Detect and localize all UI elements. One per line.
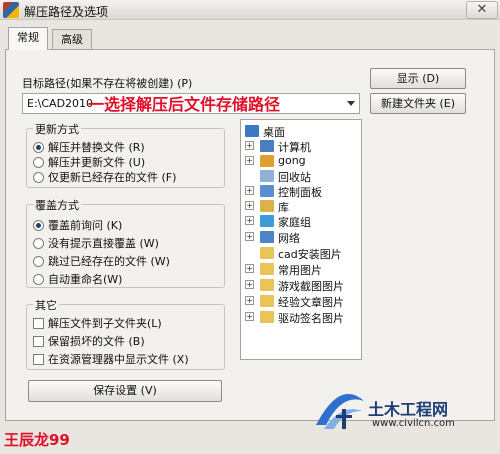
update-mode-group: 更新方式 解压并替换文件 (R) 解压并更新文件 (U) 仅更新已经存在的文件 … xyxy=(26,121,225,188)
expand-icon[interactable]: + xyxy=(245,141,254,150)
folder-icon xyxy=(260,247,274,259)
tree-item-label: 常用图片 xyxy=(278,264,322,277)
misc-title: 其它 xyxy=(33,297,59,313)
tree-item-label: 驱动签名图片 xyxy=(278,312,344,325)
radio-icon[interactable] xyxy=(33,238,44,249)
folder-icon xyxy=(260,263,274,275)
update-mode-title: 更新方式 xyxy=(33,121,81,137)
radio-icon[interactable] xyxy=(33,172,44,183)
tree-item[interactable]: + 经验文章图片 xyxy=(241,294,361,309)
folder-tree[interactable]: 桌面 + 计算机 + gong 回收站 + 控制面板 + 库 + 家庭组 + 网络 cad安装图片 + 常用图片… xyxy=(240,119,362,360)
expand-icon[interactable]: + xyxy=(245,312,254,321)
tree-item[interactable]: 桌面 xyxy=(241,124,361,139)
radio-ask[interactable]: 覆盖前询问 (K) xyxy=(33,217,122,233)
network-icon xyxy=(260,231,274,243)
tree-item[interactable]: + 驱动签名图片 xyxy=(241,310,361,325)
tree-item-label: 家庭组 xyxy=(278,216,311,229)
tree-item-label: 经验文章图片 xyxy=(278,296,344,309)
user-icon xyxy=(260,155,274,167)
expand-icon[interactable]: + xyxy=(245,232,254,241)
desktop-icon xyxy=(245,125,259,137)
site-name: 土木工程网 xyxy=(368,400,449,419)
checkbox-keep-broken[interactable]: 保留损坏的文件 (B) xyxy=(33,333,145,349)
expand-icon[interactable]: + xyxy=(245,264,254,273)
save-settings-button[interactable]: 保存设置 (V) xyxy=(28,380,222,402)
target-path-value: E:\CAD2010 xyxy=(27,97,94,110)
radio-rename[interactable]: 自动重命名(W) xyxy=(33,271,122,287)
chevron-down-icon[interactable] xyxy=(347,101,355,106)
tree-item[interactable]: + 控制面板 xyxy=(241,184,361,199)
radio-overwrite[interactable]: 没有提示直接覆盖 (W) xyxy=(33,235,159,251)
radio-update[interactable]: 解压并更新文件 (U) xyxy=(33,154,145,170)
target-path-label: 目标路径(如果不存在将被创建) (P) xyxy=(22,77,193,90)
tree-item[interactable]: + 家庭组 xyxy=(241,214,361,229)
control-panel-icon xyxy=(260,185,274,197)
radio-replace[interactable]: 解压并替换文件 (R) xyxy=(33,139,145,155)
tree-item-label: 网络 xyxy=(278,232,300,245)
expand-icon[interactable]: + xyxy=(245,216,254,225)
close-button[interactable]: ✕ xyxy=(466,1,498,19)
misc-group: 其它 解压文件到子文件夹(L) 保留损坏的文件 (B) 在资源管理器中显示文件 … xyxy=(26,297,225,370)
window-title: 解压路径及选项 xyxy=(24,5,109,19)
overwrite-mode-title: 覆盖方式 xyxy=(33,197,81,213)
expand-icon[interactable]: + xyxy=(245,201,254,210)
expand-icon[interactable]: + xyxy=(245,186,254,195)
tree-item-label: 游戏截图图片 xyxy=(278,280,344,293)
tree-item[interactable]: + gong xyxy=(241,154,361,168)
checkbox-show-in-explorer[interactable]: 在资源管理器中显示文件 (X) xyxy=(33,351,189,367)
tree-item-label: 库 xyxy=(278,201,289,214)
tree-item[interactable]: + 库 xyxy=(241,199,361,214)
radio-icon[interactable] xyxy=(33,157,44,168)
radio-skip[interactable]: 跳过已经存在的文件 (W) xyxy=(33,253,170,269)
tree-item-label: 计算机 xyxy=(278,141,311,154)
overwrite-mode-group: 覆盖方式 覆盖前询问 (K) 没有提示直接覆盖 (W) 跳过已经存在的文件 (W… xyxy=(26,197,225,288)
expand-icon[interactable]: + xyxy=(245,280,254,289)
archive-app-icon xyxy=(3,2,19,18)
radio-icon[interactable] xyxy=(33,274,44,285)
path-annotation: 一选择解压后文件存储路径 xyxy=(88,95,281,114)
radio-selected-icon[interactable] xyxy=(33,142,44,153)
checkbox-subfolder[interactable]: 解压文件到子文件夹(L) xyxy=(33,315,162,331)
tree-item[interactable]: + 网络 xyxy=(241,230,361,245)
checkbox-icon[interactable] xyxy=(33,354,44,365)
computer-icon xyxy=(260,140,274,152)
show-button[interactable]: 显示 (D) xyxy=(370,68,466,89)
recycle-bin-icon xyxy=(260,170,274,182)
checkbox-icon[interactable] xyxy=(33,336,44,347)
tree-item[interactable]: + 游戏截图图片 xyxy=(241,278,361,293)
radio-existing-only[interactable]: 仅更新已经存在的文件 (F) xyxy=(33,169,176,185)
library-icon xyxy=(260,200,274,212)
expand-icon[interactable]: + xyxy=(245,296,254,305)
tree-item-label: 控制面板 xyxy=(278,186,322,199)
title-bar: 解压路径及选项 ✕ xyxy=(0,0,500,20)
tree-item-label: 回收站 xyxy=(278,171,311,184)
tree-item-label: 桌面 xyxy=(263,126,285,139)
folder-icon xyxy=(260,295,274,307)
expand-icon[interactable]: + xyxy=(245,156,254,165)
tree-item[interactable]: + 计算机 xyxy=(241,139,361,154)
tree-item[interactable]: + 常用图片 xyxy=(241,262,361,277)
radio-selected-icon[interactable] xyxy=(33,220,44,231)
tree-item-label: gong xyxy=(278,154,306,167)
new-folder-button[interactable]: 新建文件夹 (E) xyxy=(370,93,466,114)
site-logo-icon xyxy=(316,393,364,429)
author-watermark: 王辰龙99 xyxy=(4,431,70,449)
folder-icon xyxy=(260,311,274,323)
tree-item[interactable]: cad安装图片 xyxy=(241,246,361,261)
tab-general[interactable]: 常规 xyxy=(8,27,48,50)
tree-item-label: cad安装图片 xyxy=(278,248,342,261)
folder-icon xyxy=(260,279,274,291)
radio-icon[interactable] xyxy=(33,256,44,267)
site-url: www.civilcn.com xyxy=(372,418,455,429)
homegroup-icon xyxy=(260,215,274,227)
tab-advanced[interactable]: 高级 xyxy=(52,29,92,49)
tree-item[interactable]: 回收站 xyxy=(241,169,361,184)
checkbox-icon[interactable] xyxy=(33,318,44,329)
